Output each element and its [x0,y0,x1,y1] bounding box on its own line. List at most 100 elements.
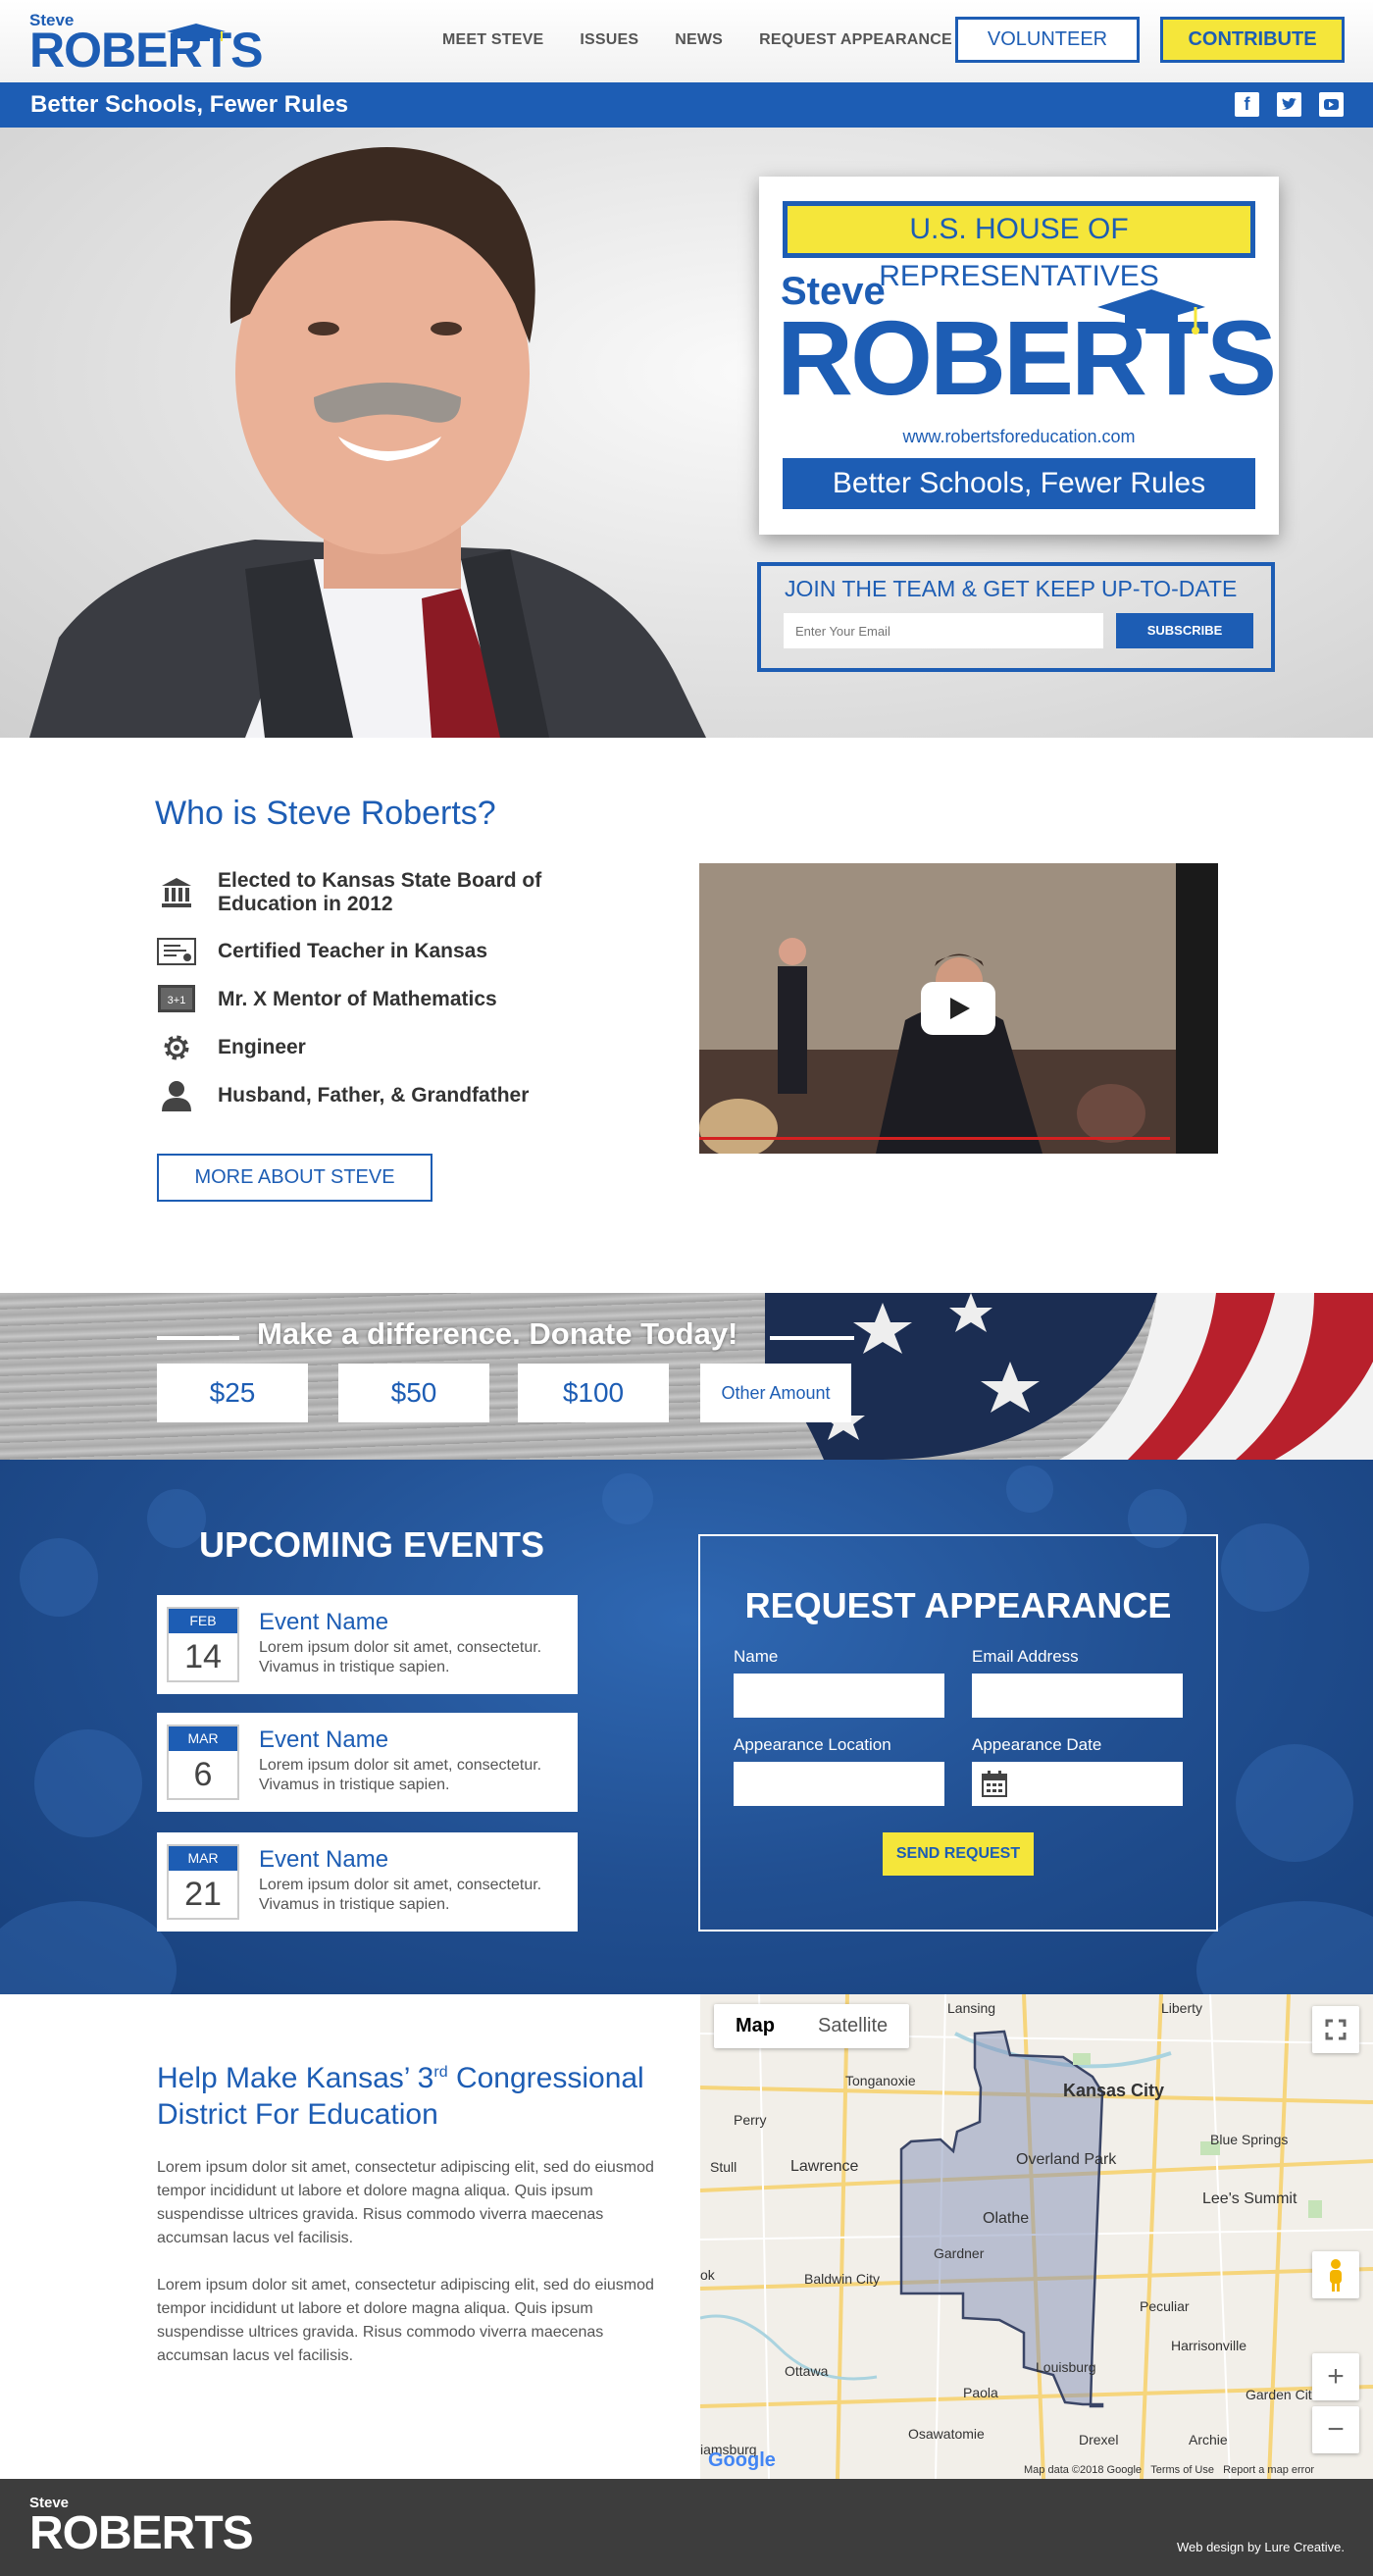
donate-25-button[interactable]: $25 [157,1364,308,1422]
map-place-label: ok [700,2267,715,2283]
footer-logo[interactable]: Steve ROBERTS [29,2496,254,2557]
map-place-label: Liberty [1161,2000,1203,2016]
map-place-label: Baldwin City [804,2271,881,2287]
who-item-text: Husband, Father, & Grandfather [218,1084,530,1107]
event-description: Lorem ipsum dolor sit amet, consectetur.… [259,1639,542,1675]
twitter-icon[interactable] [1277,92,1301,117]
american-flag-image [765,1293,1373,1460]
email-label: Email Address [972,1647,1079,1666]
subscribe-button[interactable]: SUBSCRIBE [1116,613,1253,648]
help-paragraph: Lorem ipsum dolor sit amet, consectetur … [157,2159,654,2246]
name-field[interactable] [734,1674,944,1718]
donate-50-button[interactable]: $50 [338,1364,489,1422]
events-section: UPCOMING EVENTS FEB 14 Event Name Lorem … [0,1460,1373,1994]
event-card[interactable]: FEB 14 Event Name Lorem ipsum dolor sit … [157,1595,578,1694]
map-place-label: Tonganoxie [845,2073,916,2088]
facebook-icon[interactable]: f [1235,92,1259,117]
nav-issues[interactable]: ISSUES [580,31,638,49]
map-place-label: Peculiar [1140,2298,1190,2314]
request-appearance-form: REQUEST APPEARANCE Name Email Address Ap… [698,1534,1218,1932]
hero-section: U.S. HOUSE OF REPRESENTATIVES Steve ROBE… [0,128,1373,738]
zoom-out-button[interactable]: − [1312,2406,1359,2453]
map-place-label: Stull [710,2159,737,2175]
map-place-label: Garden Cit [1246,2387,1312,2402]
campaign-sign: U.S. HOUSE OF REPRESENTATIVES Steve ROBE… [759,177,1279,535]
nav-meet-steve[interactable]: MEET STEVE [442,31,543,49]
donate-100-button[interactable]: $100 [518,1364,669,1422]
terms-link[interactable]: Terms of Use [1150,2464,1214,2476]
location-label: Appearance Location [734,1735,891,1754]
divider-line [770,1336,854,1340]
who-title: Who is Steve Roberts? [155,795,496,832]
design-credit[interactable]: Web design by Lure Creative. [1177,2540,1345,2554]
help-paragraph: Lorem ipsum dolor sit amet, consectetur … [157,2277,654,2364]
email-input[interactable] [784,613,1103,648]
donate-other-button[interactable]: Other Amount [700,1364,851,1422]
map-place-label: Olathe [983,2210,1030,2227]
chalkboard-text: 3+1 [168,995,186,1006]
tagline: Better Schools, Fewer Rules [30,91,349,118]
tab-satellite[interactable]: Satellite [796,2004,909,2048]
certificate-icon [155,934,198,969]
help-title-sup: rd [433,2064,448,2081]
events-title: UPCOMING EVENTS [199,1524,545,1565]
who-item: Elected to Kansas State Board of Educati… [155,869,571,916]
tagline-bar: Better Schools, Fewer Rules f [0,82,1373,128]
event-month: MAR [169,1726,237,1751]
map-place-label: Drexel [1079,2432,1119,2447]
contribute-button[interactable]: CONTRIBUTE [1160,17,1345,63]
map-place-label: Perry [734,2112,767,2128]
street-view-pegman-icon[interactable] [1312,2251,1359,2298]
help-title-pre: Help Make Kansas’ 3 [157,2062,434,2094]
map-place-label: Osawatomie [908,2426,985,2442]
newsletter-signup: JOIN THE TEAM & GET KEEP UP-TO-DATE SUBS… [757,562,1275,672]
graduation-cap-icon [1097,289,1205,335]
district-map[interactable]: Map Satellite + − Lansing Liberty Tongan… [700,1994,1373,2479]
more-about-button[interactable]: MORE ABOUT STEVE [157,1154,432,1202]
donate-title: Make a difference. Donate Today! [257,1316,738,1351]
video-player[interactable] [699,863,1218,1154]
graduation-cap-icon [167,24,226,41]
signup-title: JOIN THE TEAM & GET KEEP UP-TO-DATE [785,576,1238,601]
map-place-label: Overland Park [1016,2151,1117,2168]
gear-icon [155,1030,198,1065]
event-name[interactable]: Event Name [259,1609,388,1636]
help-title: Help Make Kansas’ 3rd Congressional Dist… [157,2054,686,2133]
nav-request-appearance[interactable]: REQUEST APPEARANCE [759,31,952,49]
fullscreen-icon[interactable] [1312,2006,1359,2053]
email-field[interactable] [972,1674,1183,1718]
location-field[interactable] [734,1762,944,1806]
who-item-text: Certified Teacher in Kansas [218,940,488,962]
calendar-date: MAR 6 [167,1725,239,1800]
site-logo[interactable]: Steve ROBERTS [29,12,263,75]
site-header: Steve ROBERTS MEET STEVE ISSUES NEWS REQ… [0,0,1373,82]
calendar-date: MAR 21 [167,1844,239,1920]
volunteer-button[interactable]: VOLUNTEER [955,17,1140,63]
tab-map[interactable]: Map [714,2004,796,2048]
event-name[interactable]: Event Name [259,1726,388,1754]
event-description: Lorem ipsum dolor sit amet, consectetur.… [259,1757,542,1793]
event-day: 6 [193,1756,213,1793]
event-card[interactable]: MAR 6 Event Name Lorem ipsum dolor sit a… [157,1713,578,1812]
map-type-tabs: Map Satellite [714,2004,910,2048]
date-field[interactable] [972,1762,1183,1806]
report-error-link[interactable]: Report a map error [1223,2464,1314,2476]
nav-news[interactable]: NEWS [675,31,723,49]
donate-banner: Make a difference. Donate Today! $25 $50… [0,1293,1373,1460]
person-icon [155,1078,198,1113]
youtube-icon[interactable] [1319,92,1344,117]
play-button[interactable] [921,982,995,1035]
who-item-text: Engineer [218,1036,306,1058]
map-place-label: Gardner [934,2245,985,2261]
map-data-text: Map data ©2018 Google [1024,2464,1143,2476]
sign-top-text: U.S. HOUSE OF REPRESENTATIVES [788,206,1250,292]
event-card[interactable]: MAR 21 Event Name Lorem ipsum dolor sit … [157,1832,578,1932]
send-request-button[interactable]: SEND REQUEST [883,1832,1034,1876]
map-place-label: Louisburg [1036,2359,1096,2375]
event-name[interactable]: Event Name [259,1846,388,1874]
who-item: 3+1 Mr. X Mentor of Mathematics [155,982,497,1017]
sign-top-banner: U.S. HOUSE OF REPRESENTATIVES [783,201,1255,292]
event-month: MAR [169,1846,237,1871]
who-item-text: Mr. X Mentor of Mathematics [218,988,497,1010]
zoom-in-button[interactable]: + [1312,2353,1359,2400]
